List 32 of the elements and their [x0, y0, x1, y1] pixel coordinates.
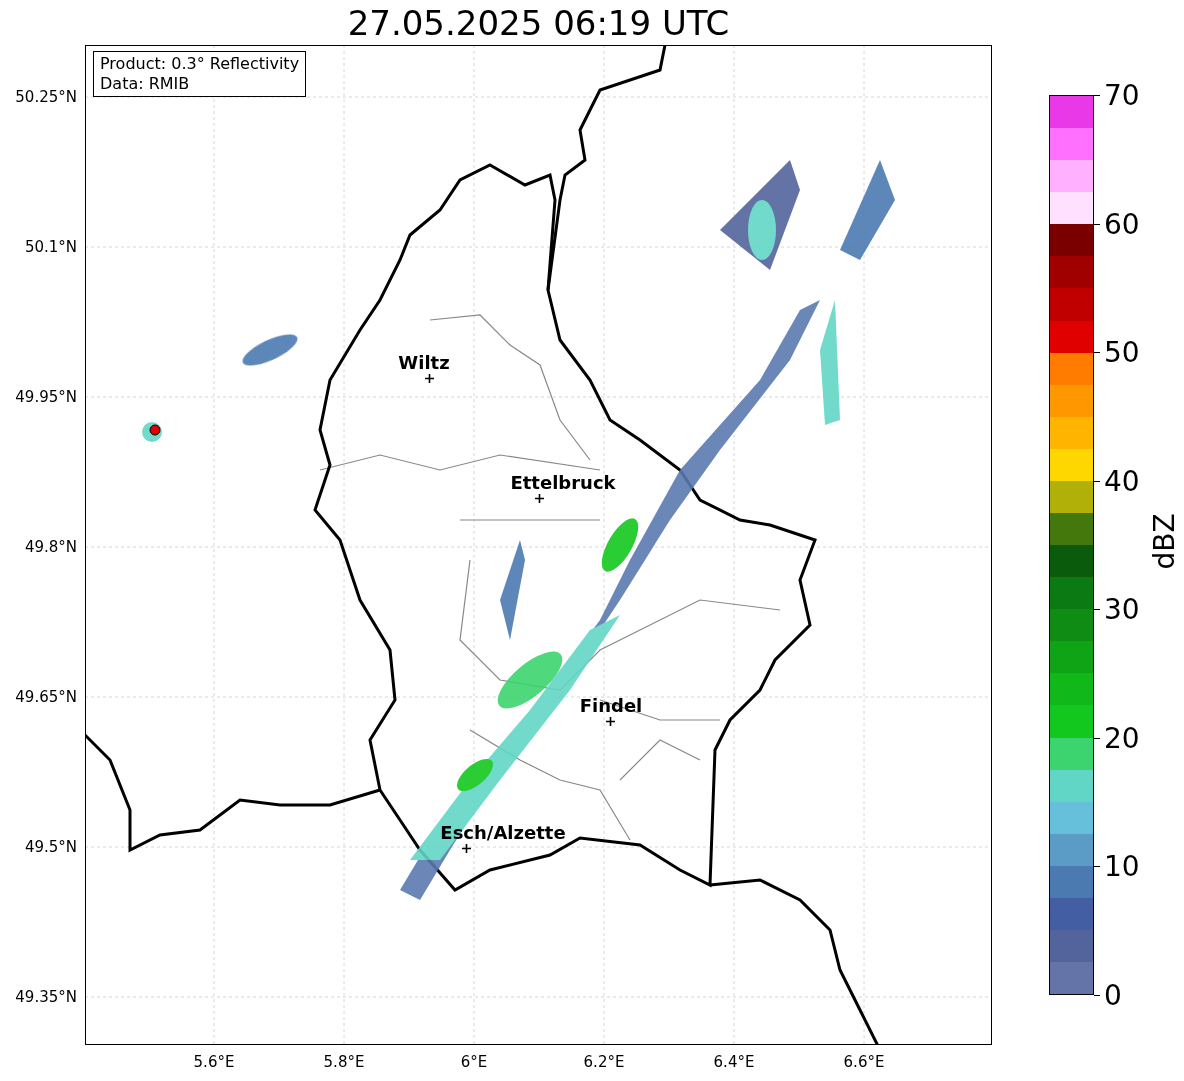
- colorbar-label: dBZ: [1147, 513, 1181, 570]
- longitude-tick-label: 6.6°E: [843, 1053, 885, 1071]
- latitude-tick-label: 49.65°N: [15, 688, 77, 706]
- location-marker-icon: [425, 374, 434, 383]
- latitude-tick-label: 49.95°N: [15, 388, 77, 406]
- longitude-tick-label: 6.2°E: [583, 1053, 625, 1071]
- colorbar-tick-label: 50: [1104, 335, 1140, 369]
- colorbar-tick-label: 40: [1104, 464, 1140, 498]
- longitude-tick-label: 5.6°E: [193, 1053, 235, 1071]
- info-text: Data: RMIB: [100, 74, 191, 94]
- location-marker-icon: [462, 844, 471, 853]
- latitude-tick-label: 49.35°N: [15, 988, 77, 1006]
- colorbar-tick-label: 20: [1104, 721, 1140, 755]
- info-text: Product: 0.3° Reflectivity: [100, 54, 300, 74]
- location-marker-icon: [606, 717, 615, 726]
- latitude-tick-label: 50.25°N: [15, 88, 77, 106]
- place-label: Wiltz: [398, 351, 450, 373]
- longitude-tick-label: 5.8°E: [323, 1053, 365, 1071]
- colorbar-tick-label: 10: [1104, 849, 1140, 883]
- colorbar-tick-label: 0: [1104, 978, 1122, 1012]
- latitude-tick-label: 49.8°N: [24, 538, 77, 556]
- colorbar-tick-label: 30: [1104, 592, 1140, 626]
- place-label: Ettelbruck: [510, 471, 616, 493]
- chart-title: 27.05.2025 06:19 UTC: [347, 3, 730, 45]
- place-label: Findel: [579, 694, 643, 716]
- longitude-tick-label: 6.4°E: [713, 1053, 755, 1071]
- colorbar-tick-label: 70: [1104, 78, 1140, 112]
- location-marker-icon: [535, 494, 544, 503]
- longitude-tick-label: 6°E: [460, 1053, 488, 1071]
- colorbar-tick-label: 60: [1104, 207, 1140, 241]
- latitude-tick-label: 49.5°N: [24, 838, 77, 856]
- latitude-tick-label: 50.1°N: [24, 238, 77, 256]
